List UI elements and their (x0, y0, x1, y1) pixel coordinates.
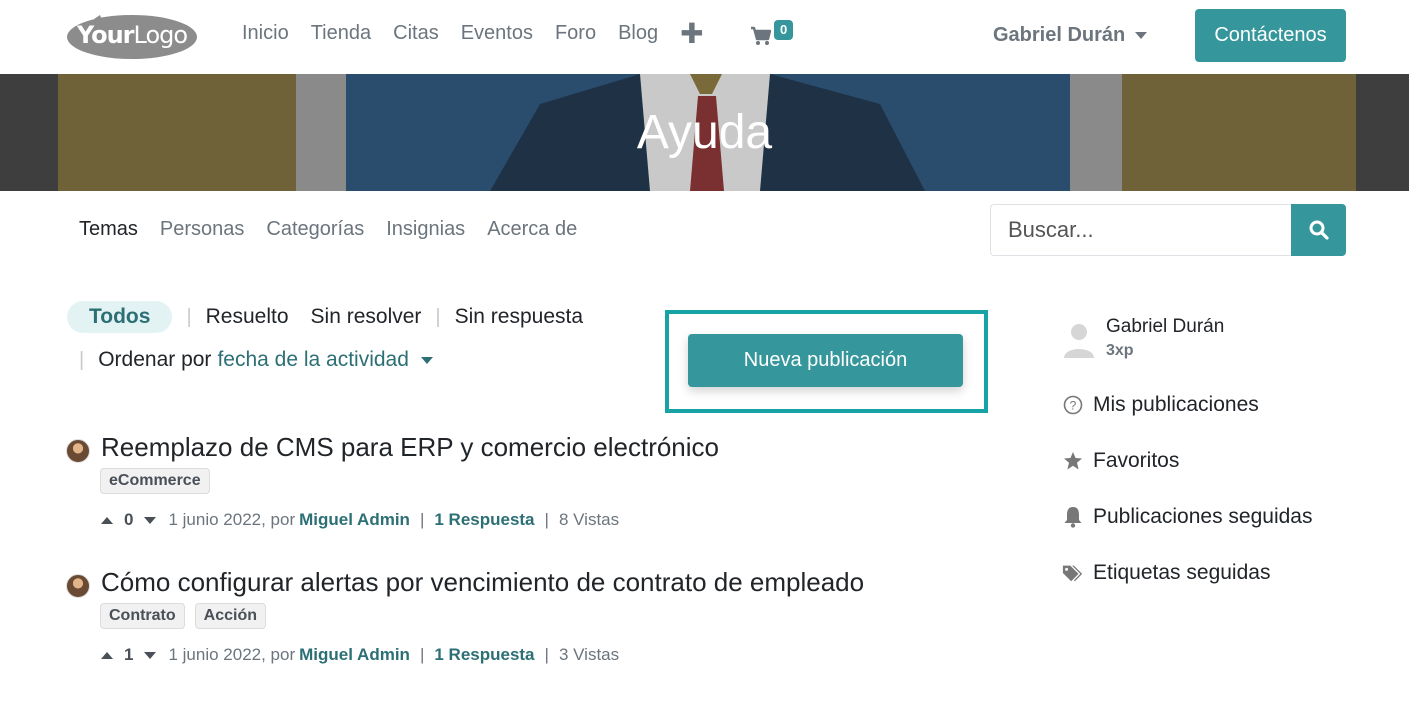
divider: | (544, 645, 549, 664)
nav-link-blog[interactable]: Blog (618, 22, 658, 45)
answers-link[interactable]: 1 Respuesta (434, 510, 534, 530)
user-name: Gabriel Durán (993, 24, 1126, 46)
sidebar-item-favoritos[interactable]: Favoritos (1062, 449, 1179, 473)
logo-text: Your Logo (76, 21, 188, 49)
avatar (66, 439, 90, 463)
tab-temas[interactable]: Temas (79, 218, 138, 241)
filter-todos[interactable]: Todos (67, 301, 173, 333)
sidebar-item-label: Favoritos (1093, 449, 1180, 472)
sort-value: fecha de la actividad (217, 348, 409, 371)
chevron-down-icon (420, 356, 433, 364)
divider: | (435, 305, 441, 328)
search-bar (990, 204, 1346, 256)
nav-link-inicio[interactable]: Inicio (242, 22, 289, 45)
sidebar-item-label: Etiquetas seguidas (1093, 561, 1271, 584)
sort-dropdown[interactable]: fecha de la actividad (217, 348, 433, 372)
divider: | (544, 510, 549, 529)
post-title[interactable]: Cómo configurar alertas por vencimiento … (101, 567, 864, 598)
user-avatar-icon (1064, 324, 1094, 358)
answers-link[interactable]: 1 Respuesta (434, 645, 534, 665)
contact-button[interactable]: Contáctenos (1195, 9, 1346, 62)
upvote-icon[interactable] (101, 651, 113, 659)
main-nav: Inicio Tienda Citas Eventos Foro Blog ✚ (242, 19, 704, 47)
sidebar-user-name: Gabriel Durán (1106, 316, 1225, 337)
tag[interactable]: Contrato (100, 603, 185, 629)
views-count: 3 Vistas (558, 645, 620, 664)
new-post-button[interactable]: Nueva publicación (688, 334, 963, 387)
nav-link-eventos[interactable]: Eventos (461, 22, 533, 45)
post-author-link[interactable]: Miguel Admin (299, 645, 410, 665)
sort-control: | Ordenar por fecha de la actividad (79, 348, 433, 372)
tags-icon (1062, 562, 1084, 584)
vote-count: 0 (124, 510, 134, 529)
post-filters: Todos | Resuelto Sin resolver | Sin resp… (67, 301, 583, 333)
user-menu-toggle[interactable]: Gabriel Durán (993, 24, 1148, 47)
sidebar-item-publicaciones-seguidas[interactable]: Publicaciones seguidas (1062, 505, 1312, 529)
tab-categorias[interactable]: Categorías (266, 218, 364, 241)
chevron-down-icon (1135, 32, 1148, 39)
post-tags: eCommerce (100, 468, 220, 494)
filter-sin-respuesta[interactable]: Sin respuesta (455, 305, 583, 329)
upvote-icon[interactable] (101, 516, 113, 524)
bell-icon (1062, 506, 1084, 528)
question-circle-icon: ? (1062, 394, 1084, 416)
tab-personas[interactable]: Personas (160, 218, 245, 241)
post-meta: 0 1 junio 2022, por Miguel Admin | 1 Res… (101, 510, 619, 530)
page-banner: Ayuda (0, 74, 1409, 191)
post-date: 1 junio 2022, por (168, 510, 296, 529)
top-navbar: Your Logo Inicio Tienda Citas Eventos For… (0, 0, 1409, 74)
site-logo[interactable]: Your Logo (66, 11, 198, 63)
post-date: 1 junio 2022, por (168, 645, 296, 664)
star-icon (1062, 450, 1084, 472)
tab-insignias[interactable]: Insignias (386, 218, 465, 241)
divider: | (419, 645, 425, 664)
filter-resuelto[interactable]: Resuelto (206, 305, 289, 329)
tab-acerca-de[interactable]: Acerca de (487, 218, 577, 241)
filter-sin-resolver[interactable]: Sin resolver (311, 305, 422, 329)
views-count: 8 Vistas (558, 510, 620, 529)
plus-icon[interactable]: ✚ (680, 19, 703, 47)
post-meta: 1 1 junio 2022, por Miguel Admin | 1 Res… (101, 645, 619, 665)
search-button[interactable] (1291, 204, 1346, 256)
divider: | (419, 510, 425, 529)
post-author-link[interactable]: Miguel Admin (299, 510, 410, 530)
avatar (66, 574, 90, 598)
divider: | (79, 348, 85, 371)
tag[interactable]: Acción (194, 603, 266, 629)
nav-link-foro[interactable]: Foro (555, 22, 596, 45)
sidebar-user-xp: 3xp (1106, 342, 1134, 359)
svg-text:?: ? (1070, 399, 1077, 413)
search-icon (1309, 220, 1329, 240)
search-input[interactable] (990, 204, 1291, 256)
sidebar-item-label: Mis publicaciones (1093, 393, 1259, 416)
divider: | (186, 305, 192, 328)
sidebar-item-mis-publicaciones[interactable]: ? Mis publicaciones (1062, 393, 1259, 417)
sidebar-item-etiquetas-seguidas[interactable]: Etiquetas seguidas (1062, 561, 1270, 585)
cart-icon (751, 26, 772, 45)
sidebar-item-label: Publicaciones seguidas (1093, 505, 1313, 528)
post-tags: Contrato Acción (100, 603, 276, 629)
post-title[interactable]: Reemplazo de CMS para ERP y comercio ele… (101, 432, 719, 463)
forum-subnav: Temas Personas Categorías Insignias Acer… (79, 218, 599, 241)
nav-link-tienda[interactable]: Tienda (311, 22, 371, 45)
nav-link-citas[interactable]: Citas (393, 22, 439, 45)
cart-count-badge: 0 (774, 20, 794, 40)
downvote-icon[interactable] (144, 651, 157, 659)
vote-count: 1 (124, 645, 134, 664)
cart-button[interactable]: 0 (750, 20, 800, 50)
downvote-icon[interactable] (144, 516, 157, 524)
tag[interactable]: eCommerce (100, 468, 210, 494)
page-title: Ayuda (636, 106, 773, 159)
sort-label: Ordenar por (98, 348, 212, 371)
